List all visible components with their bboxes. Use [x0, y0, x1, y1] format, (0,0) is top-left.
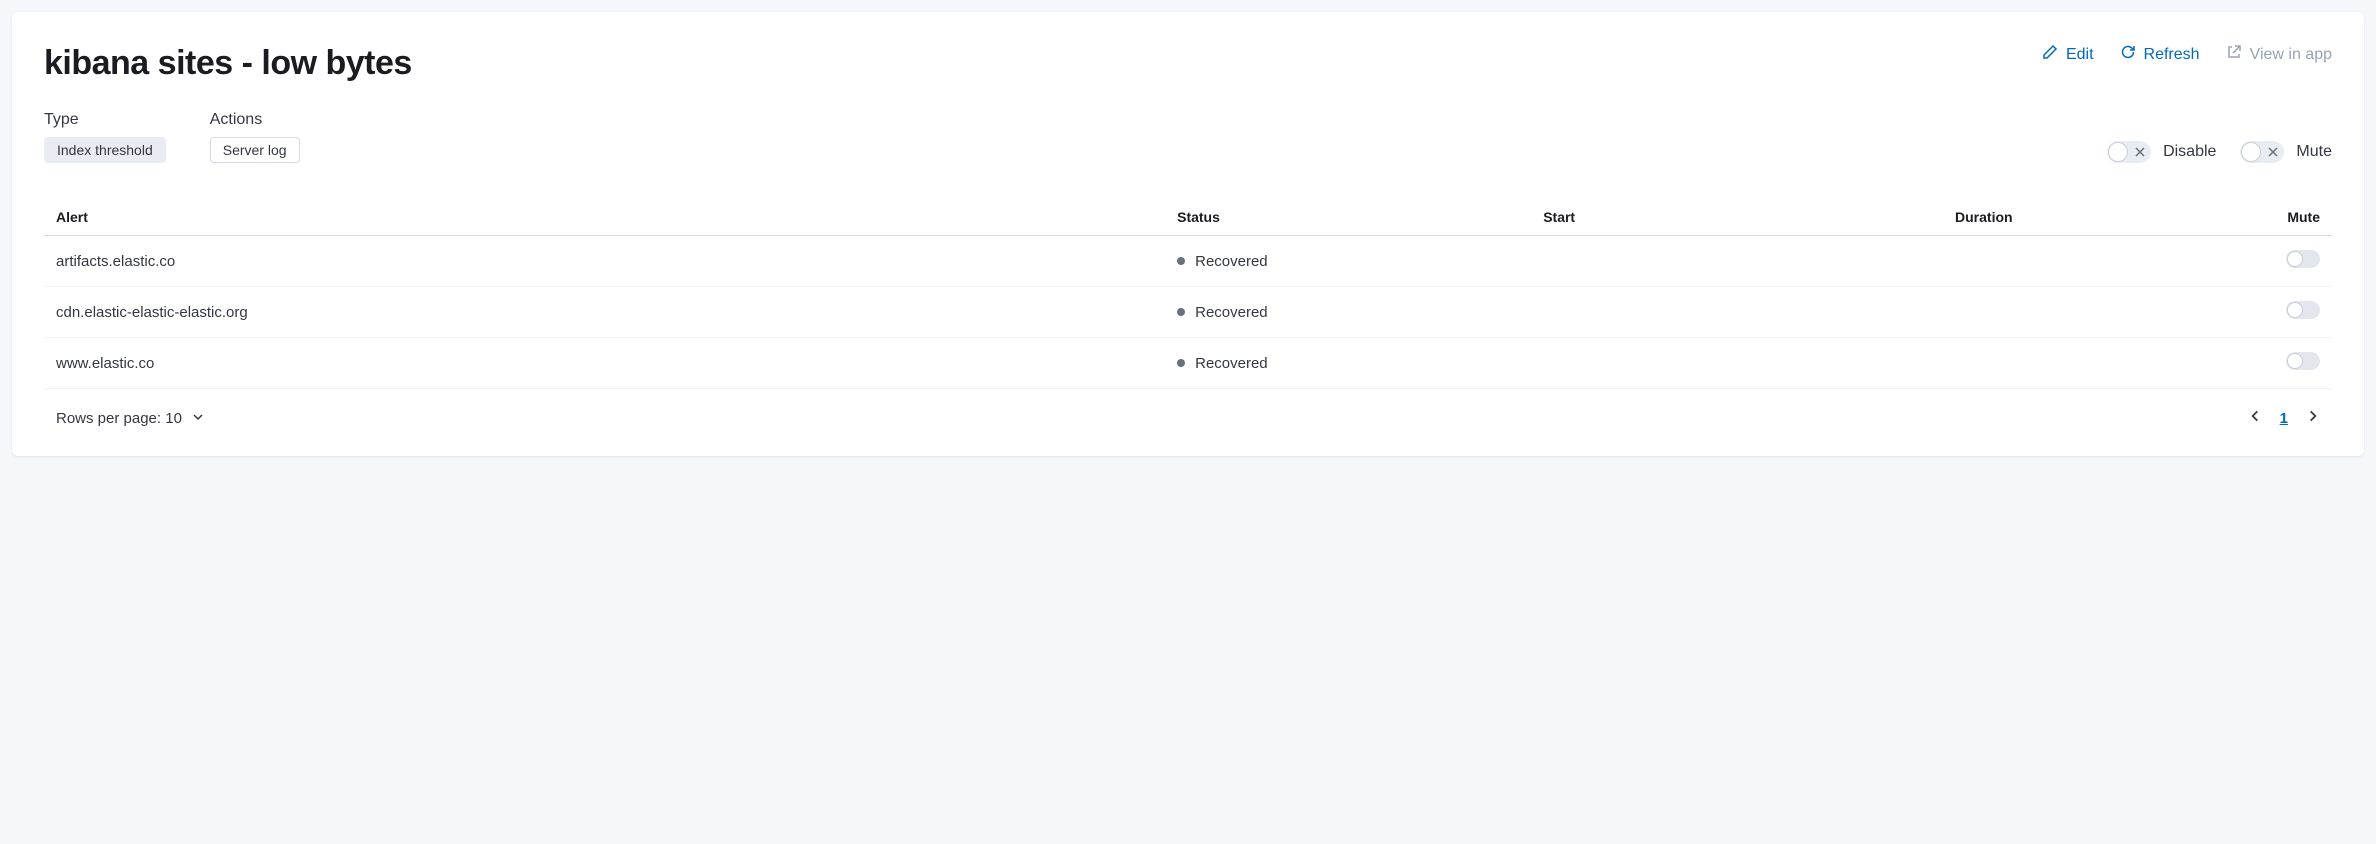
- alerts-table: Alert Status Start Duration Mute artifac…: [44, 199, 2332, 389]
- cell-mute: [2172, 338, 2332, 389]
- col-alert[interactable]: Alert: [44, 199, 1165, 236]
- row-mute-toggle[interactable]: [2286, 352, 2320, 370]
- x-icon: [2267, 146, 2279, 158]
- next-page-button[interactable]: [2306, 409, 2320, 428]
- status-text: Recovered: [1195, 253, 1268, 270]
- type-badge: Index threshold: [44, 137, 166, 163]
- refresh-icon: [2120, 44, 2136, 65]
- disable-toggle-group: Disable: [2107, 141, 2216, 163]
- toggle-knob: [2108, 142, 2128, 162]
- table-header-row: Alert Status Start Duration Mute: [44, 199, 2332, 236]
- toggle-knob: [2241, 142, 2261, 162]
- cell-status: Recovered: [1165, 338, 1531, 389]
- table-row: cdn.elastic-elastic-elastic.org Recovere…: [44, 287, 2332, 338]
- meta-type: Type Index threshold: [44, 111, 166, 163]
- meta-actions: Actions Server log: [210, 111, 300, 163]
- edit-button[interactable]: Edit: [2042, 44, 2094, 65]
- table-row: www.elastic.co Recovered: [44, 338, 2332, 389]
- status-dot-icon: [1177, 257, 1185, 265]
- pencil-icon: [2042, 44, 2058, 65]
- col-start[interactable]: Start: [1531, 199, 1943, 236]
- refresh-label: Refresh: [2144, 46, 2200, 64]
- toggle-knob: [2287, 353, 2303, 369]
- cell-start: [1531, 338, 1943, 389]
- cell-mute: [2172, 236, 2332, 287]
- meta-left: Type Index threshold Actions Server log: [44, 111, 300, 163]
- prev-page-button[interactable]: [2248, 409, 2262, 428]
- actions-label: Actions: [210, 111, 300, 129]
- chevron-left-icon: [2248, 409, 2262, 428]
- x-icon: [2134, 146, 2146, 158]
- header-row: kibana sites - low bytes Edit Refresh Vi…: [44, 44, 2332, 83]
- actions-badge: Server log: [210, 137, 300, 163]
- mute-toggle-group: Mute: [2240, 141, 2332, 163]
- type-label: Type: [44, 111, 166, 129]
- meta-row: Type Index threshold Actions Server log …: [44, 111, 2332, 163]
- col-mute[interactable]: Mute: [2172, 199, 2332, 236]
- page-number[interactable]: 1: [2280, 410, 2288, 427]
- cell-alert: cdn.elastic-elastic-elastic.org: [44, 287, 1165, 338]
- pager: 1: [2248, 409, 2320, 428]
- status-dot-icon: [1177, 308, 1185, 316]
- edit-label: Edit: [2066, 46, 2094, 64]
- status-text: Recovered: [1195, 355, 1268, 372]
- table-footer: Rows per page: 10 1: [44, 389, 2332, 432]
- cell-start: [1531, 236, 1943, 287]
- cell-duration: [1943, 236, 2172, 287]
- mute-label: Mute: [2296, 143, 2332, 161]
- row-mute-toggle[interactable]: [2286, 250, 2320, 268]
- cell-status: Recovered: [1165, 236, 1531, 287]
- toggle-knob: [2287, 302, 2303, 318]
- cell-duration: [1943, 287, 2172, 338]
- cell-mute: [2172, 287, 2332, 338]
- cell-start: [1531, 287, 1943, 338]
- chevron-right-icon: [2306, 409, 2320, 428]
- status-text: Recovered: [1195, 304, 1268, 321]
- popout-icon: [2226, 44, 2242, 65]
- disable-toggle[interactable]: [2107, 141, 2151, 163]
- view-in-app-label: View in app: [2250, 46, 2332, 64]
- row-mute-toggle[interactable]: [2286, 301, 2320, 319]
- status-dot-icon: [1177, 359, 1185, 367]
- col-status[interactable]: Status: [1165, 199, 1531, 236]
- refresh-button[interactable]: Refresh: [2120, 44, 2200, 65]
- cell-duration: [1943, 338, 2172, 389]
- toggle-knob: [2287, 251, 2303, 267]
- table-row: artifacts.elastic.co Recovered: [44, 236, 2332, 287]
- header-actions: Edit Refresh View in app: [2042, 44, 2332, 65]
- disable-label: Disable: [2163, 143, 2216, 161]
- rows-per-page-label: Rows per page: 10: [56, 410, 182, 427]
- cell-alert: artifacts.elastic.co: [44, 236, 1165, 287]
- cell-status: Recovered: [1165, 287, 1531, 338]
- rows-per-page-select[interactable]: Rows per page: 10: [56, 410, 204, 427]
- chevron-down-icon: [192, 410, 204, 427]
- page-title: kibana sites - low bytes: [44, 44, 412, 83]
- toggles-right: Disable Mute: [2107, 141, 2332, 163]
- col-duration[interactable]: Duration: [1943, 199, 2172, 236]
- mute-toggle[interactable]: [2240, 141, 2284, 163]
- view-in-app-button[interactable]: View in app: [2226, 44, 2332, 65]
- alert-detail-panel: kibana sites - low bytes Edit Refresh Vi…: [12, 12, 2364, 456]
- cell-alert: www.elastic.co: [44, 338, 1165, 389]
